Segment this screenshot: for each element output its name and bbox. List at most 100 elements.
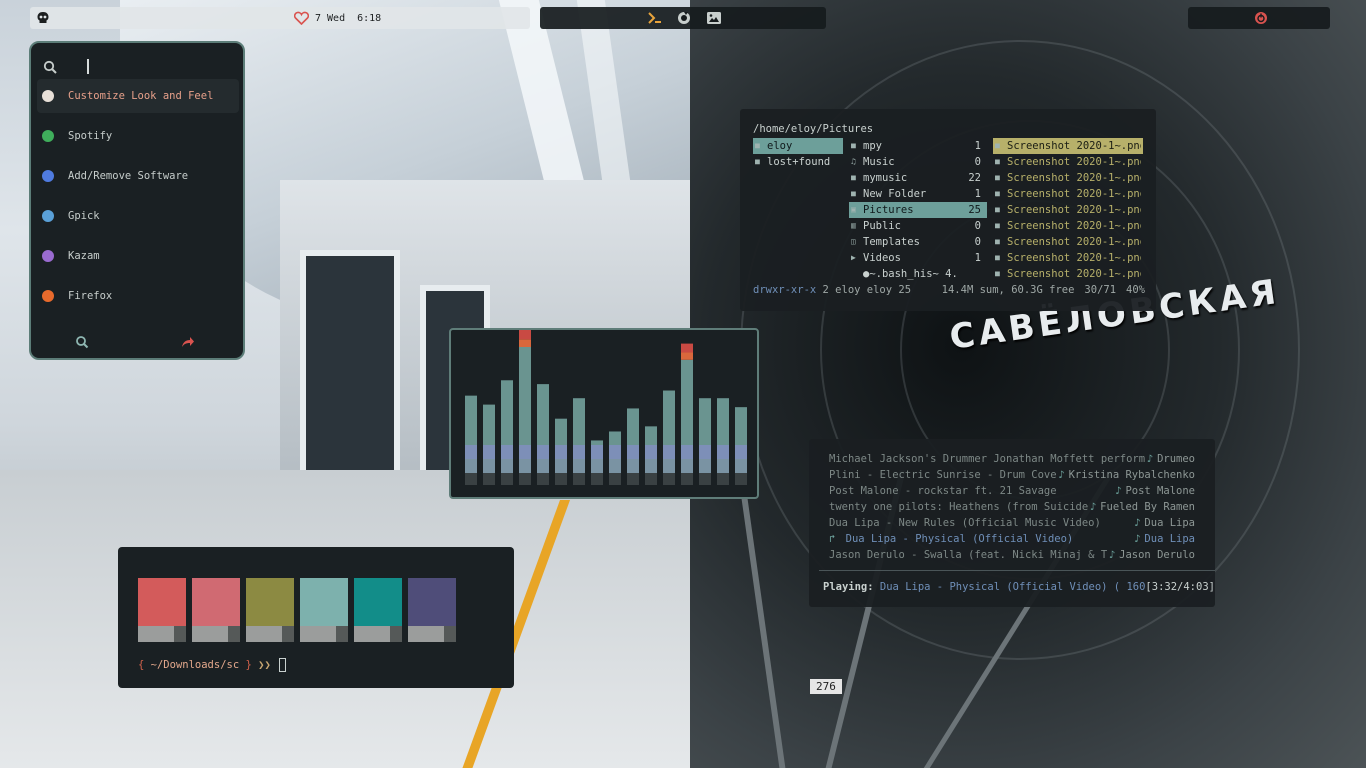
file-manager-window: /home/eloy/Pictures ■ eloy ■ lost+found ■ mp… bbox=[740, 109, 1156, 311]
file-name: Screenshot 2020-1~.png bbox=[1007, 220, 1141, 232]
file-manager-path: /home/eloy/Pictures bbox=[753, 123, 874, 135]
track-title-wrap: twenty one pilots: Heathens (from Suicid… bbox=[829, 501, 1088, 517]
visualizer-bar bbox=[591, 440, 603, 445]
refresh-icon[interactable] bbox=[676, 10, 692, 26]
swatch-color bbox=[246, 578, 294, 626]
directory-name: New Folder bbox=[863, 188, 927, 200]
file-row[interactable]: ■ Screenshot 2020-1~.png bbox=[993, 266, 1143, 282]
visualizer-bar-mid bbox=[465, 445, 477, 459]
launcher-item[interactable]: Customize Look and Feel bbox=[37, 79, 239, 113]
gpick-icon bbox=[42, 210, 54, 222]
image-file-icon: ■ bbox=[995, 205, 1000, 214]
playlist-item[interactable]: Michael Jackson's Drummer Jonathan Moffe… bbox=[829, 453, 1195, 469]
visualizer-bar-low bbox=[483, 459, 495, 473]
swatch-shade-dark bbox=[336, 626, 348, 642]
terminal-icon[interactable] bbox=[647, 10, 663, 26]
directory-row[interactable]: ▥ Public 0 bbox=[849, 218, 987, 234]
launcher-item-label: Gpick bbox=[68, 210, 100, 222]
visualizer-bar-base bbox=[609, 473, 621, 485]
track-artist: Jason Derulo bbox=[1119, 549, 1195, 561]
directory-row[interactable]: ♫ Music 0 bbox=[849, 154, 987, 170]
audio-visualizer-window bbox=[449, 328, 759, 499]
launcher-item-label: Spotify bbox=[68, 130, 113, 142]
directory-row[interactable]: ■ mpy 1 bbox=[849, 138, 987, 154]
visualizer-bar-mid bbox=[573, 445, 585, 459]
item-count: 0 bbox=[974, 220, 981, 232]
search-icon[interactable] bbox=[75, 335, 89, 349]
playlist-item[interactable]: Jason Derulo - Swalla (feat. Nicki Minaj… bbox=[829, 549, 1195, 565]
file-row[interactable]: ■ Screenshot 2020-1~.png bbox=[993, 186, 1143, 202]
directory-name: Public bbox=[863, 220, 901, 232]
music-note-icon: ♪ bbox=[1058, 469, 1065, 481]
track-artist-wrap: ♪ Drumeo bbox=[1147, 453, 1195, 469]
music-folder-icon: ♫ bbox=[851, 157, 856, 166]
visualizer-bar-base bbox=[519, 473, 531, 485]
file-row[interactable]: ■ Screenshot 2020-1~.png bbox=[993, 218, 1143, 234]
skull-icon[interactable] bbox=[36, 11, 50, 25]
share-icon[interactable] bbox=[181, 335, 195, 349]
public-folder-icon: ▥ bbox=[851, 221, 856, 230]
file-row[interactable]: ■ Screenshot 2020-1~.png bbox=[993, 250, 1143, 266]
visualizer-bar-base bbox=[735, 473, 747, 485]
playlist-item[interactable]: Dua Lipa - New Rules (Official Music Vid… bbox=[829, 517, 1195, 533]
file-name: Screenshot 2020-1~.png bbox=[1007, 156, 1141, 168]
file-row[interactable]: ■ Screenshot 2020-1~.png bbox=[993, 234, 1143, 250]
playlist-item[interactable]: Plini - Electric Sunrise - Drum Cove ♪ Kri… bbox=[829, 469, 1195, 485]
disk-usage-text: 14.4M sum, 60.3G free bbox=[941, 284, 1075, 296]
terminal-cursor[interactable] bbox=[279, 658, 287, 672]
track-title-wrap: Post Malone - rockstar ft. 21 Savage bbox=[829, 485, 1057, 501]
playlist-item[interactable]: ↱ Dua Lipa - Physical (Official Video) ♪ D… bbox=[829, 533, 1195, 549]
launcher-item[interactable]: Gpick bbox=[37, 199, 239, 233]
directory-row[interactable]: ■ lost+found bbox=[753, 154, 843, 170]
playlist-item[interactable]: Post Malone - rockstar ft. 21 Savage ♪ Pos… bbox=[829, 485, 1195, 501]
directory-row[interactable]: ▶ Videos 1 bbox=[849, 250, 987, 266]
visualizer-bar-low bbox=[735, 459, 747, 473]
visualizer-bar-low bbox=[681, 459, 693, 473]
top-bar: 7 Wed 6:18 bbox=[0, 0, 1366, 34]
launcher-item[interactable]: Firefox bbox=[37, 279, 239, 313]
file-row[interactable]: ■ Screenshot 2020-1~.png bbox=[993, 154, 1143, 170]
directory-row[interactable]: ■ eloy bbox=[753, 138, 843, 154]
track-title: Post Malone - rockstar ft. 21 Savage bbox=[829, 485, 1057, 497]
item-count: 0 bbox=[974, 156, 981, 168]
directory-name: Videos bbox=[863, 252, 901, 264]
launcher-item[interactable]: Add/Remove Software bbox=[37, 159, 239, 193]
app-launcher: Customize Look and Feel Spotify Add/Remove… bbox=[29, 41, 245, 360]
image-file-icon: ■ bbox=[995, 141, 1000, 150]
swatch-shade-dark bbox=[282, 626, 294, 642]
launcher-item[interactable]: Spotify bbox=[37, 119, 239, 153]
visualizer-bar-base bbox=[573, 473, 585, 485]
directory-row[interactable]: ◫ Templates 0 bbox=[849, 234, 987, 250]
directory-row[interactable]: ■ New Folder 1 bbox=[849, 186, 987, 202]
clock[interactable]: 7 Wed 6:18 bbox=[294, 11, 381, 25]
file-name: Screenshot 2020-1~.png bbox=[1007, 252, 1141, 264]
now-playing-text: Dua Lipa - Physical (Official Video) ( 1… bbox=[879, 581, 1146, 593]
directory-row[interactable]: ▣ Pictures 25 bbox=[849, 202, 987, 218]
visualizer-bar bbox=[735, 407, 747, 445]
swatch-shade bbox=[408, 626, 444, 642]
power-icon[interactable] bbox=[1254, 11, 1268, 25]
launcher-item[interactable]: Kazam bbox=[37, 239, 239, 273]
playlist-item[interactable]: twenty one pilots: Heathens (from Suicid… bbox=[829, 501, 1195, 517]
visualizer-bar-peak bbox=[681, 343, 693, 353]
visualizer-bar-low bbox=[555, 459, 567, 473]
visualizer-canvas bbox=[465, 330, 747, 485]
directory-row[interactable]: ■ mymusic 22 bbox=[849, 170, 987, 186]
terminal-window[interactable]: { ~/Downloads/sc } ❯❯ bbox=[118, 547, 514, 688]
visualizer-bar-mid bbox=[735, 445, 747, 459]
launcher-search-bar[interactable] bbox=[41, 57, 237, 79]
visualizer-bar-base bbox=[645, 473, 657, 485]
visualizer-bar-mid bbox=[627, 445, 639, 459]
prompt-arrows: ❯❯ bbox=[251, 659, 278, 671]
track-artist: Fueled By Ramen bbox=[1100, 501, 1195, 513]
track-artist: Kristina Rybalchenko bbox=[1068, 469, 1195, 481]
visualizer-bar-base bbox=[591, 473, 603, 485]
file-row[interactable]: ■ Screenshot 2020-1~.png bbox=[993, 170, 1143, 186]
directory-row[interactable]: ●~.bash_his~ 4.02 K bbox=[849, 266, 987, 282]
track-title: Michael Jackson's Drummer Jonathan Moffe… bbox=[829, 453, 1146, 465]
file-row[interactable]: ■ Screenshot 2020-1~.png bbox=[993, 138, 1143, 154]
image-icon[interactable] bbox=[706, 10, 722, 26]
file-name: Screenshot 2020-1~.png bbox=[1007, 188, 1141, 200]
visualizer-bar-mid bbox=[681, 445, 693, 459]
file-row[interactable]: ■ Screenshot 2020-1~.png bbox=[993, 202, 1143, 218]
